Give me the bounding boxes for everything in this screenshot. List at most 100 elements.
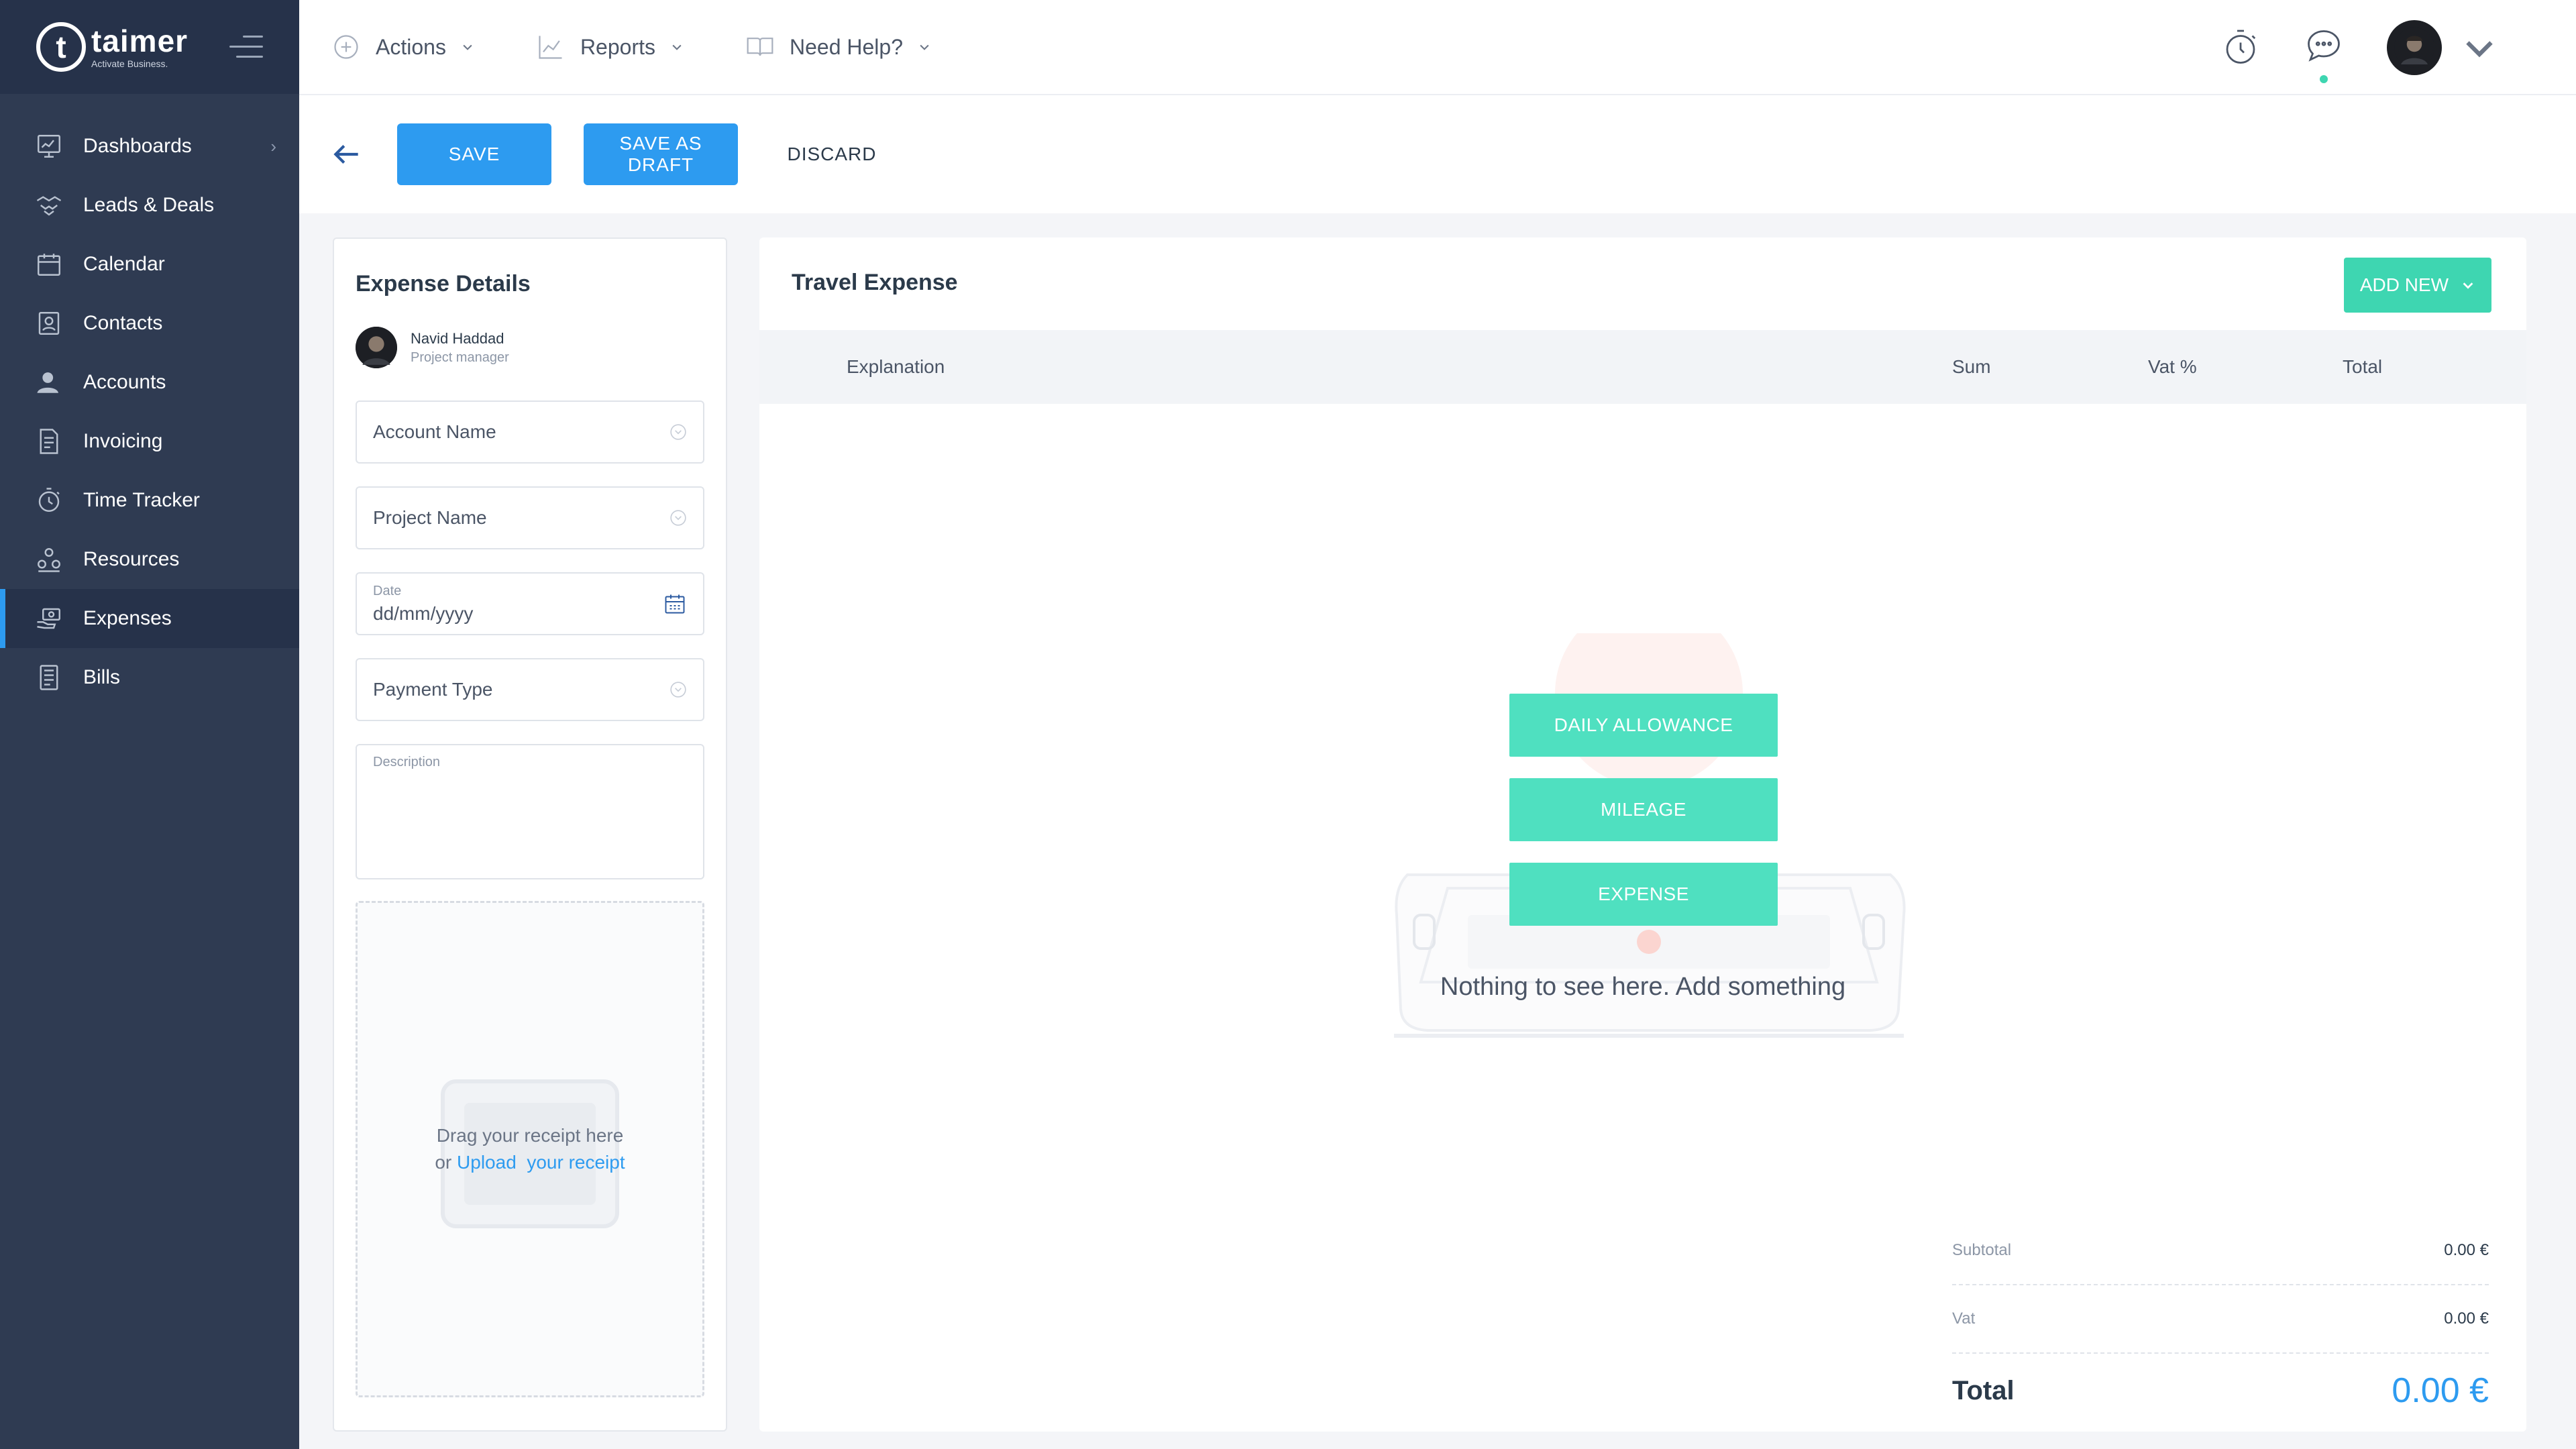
avatar: [356, 327, 397, 368]
empty-state-text: Nothing to see here. Add something: [1440, 973, 1846, 1001]
sidebar-item-calendar[interactable]: Calendar: [0, 235, 299, 294]
back-arrow-icon[interactable]: [330, 138, 364, 171]
sidebar-item-expenses[interactable]: Expenses: [0, 589, 299, 648]
user-icon: [35, 368, 63, 396]
sidebar-item-label: Contacts: [83, 312, 163, 334]
bill-icon: [35, 663, 63, 692]
action-bar: SAVE SAVE AS DRAFT DISCARD: [299, 95, 2576, 213]
person-name: Navid Haddad: [411, 329, 504, 347]
menu-toggle-icon[interactable]: [229, 36, 263, 58]
handshake-icon: [35, 191, 63, 219]
account-name-select[interactable]: Account Name: [356, 400, 704, 464]
subtotal-label: Subtotal: [1952, 1241, 2012, 1259]
avatar: [2387, 20, 2442, 75]
receipt-dropzone[interactable]: Drag your receipt here or Upload your re…: [356, 901, 704, 1397]
expense-button[interactable]: EXPENSE: [1509, 863, 1778, 926]
account-name-placeholder: Account Name: [373, 421, 496, 442]
user-menu[interactable]: [2387, 20, 2500, 75]
chevron-down-icon: [920, 44, 929, 50]
actions-menu[interactable]: Actions: [331, 32, 489, 62]
chevron-down-icon: [2463, 282, 2473, 289]
stopwatch-icon[interactable]: [2220, 28, 2261, 68]
chevron-down-icon: [2466, 41, 2493, 58]
daily-allowance-button[interactable]: DAILY ALLOWANCE: [1509, 694, 1778, 757]
sidebar-item-bills[interactable]: Bills: [0, 648, 299, 707]
project-name-select[interactable]: Project Name: [356, 486, 704, 549]
save-button[interactable]: SAVE: [397, 123, 551, 185]
vat-value: 0.00 €: [2444, 1309, 2489, 1328]
invoice-icon: [35, 427, 63, 455]
sidebar-item-label: Calendar: [83, 253, 165, 275]
sidebar-item-label: Time Tracker: [83, 489, 200, 511]
sidebar-item-dashboards[interactable]: Dashboards ›: [0, 117, 299, 176]
add-new-button[interactable]: ADD NEW: [2344, 258, 2491, 313]
expense-details-title: Expense Details: [356, 271, 531, 297]
travel-expense-card: Travel Expense ADD NEW Explanation Sum V…: [759, 237, 2526, 1432]
sidebar-nav: Dashboards › Leads & Deals Calendar Cont…: [0, 117, 299, 707]
chevron-down-icon: [463, 44, 472, 50]
logo-mark-icon: t: [36, 22, 86, 72]
sidebar-item-accounts[interactable]: Accounts: [0, 353, 299, 412]
subtotal-value: 0.00 €: [2444, 1241, 2489, 1259]
sidebar: t taimer Activate Business. Dashboards ›…: [0, 0, 299, 1449]
calendar-icon[interactable]: [663, 592, 687, 616]
sidebar-item-label: Accounts: [83, 371, 166, 393]
dashboard-icon: [35, 132, 63, 160]
chevron-down-icon: [670, 424, 686, 440]
sidebar-item-invoicing[interactable]: Invoicing: [0, 412, 299, 471]
sidebar-item-label: Expenses: [83, 607, 172, 629]
receipt-link[interactable]: your receipt: [527, 1152, 625, 1173]
total-row: Total 0.00 €: [1952, 1354, 2489, 1428]
notification-dot: [2320, 74, 2328, 83]
vat-row: Vat 0.00 €: [1952, 1285, 2489, 1354]
total-value: 0.00 €: [2392, 1371, 2489, 1410]
contact-card-icon: [35, 309, 63, 337]
date-placeholder: dd/mm/yyyy: [373, 602, 474, 624]
expense-hand-icon: [35, 604, 63, 633]
expense-owner: Navid Haddad Project manager: [356, 327, 704, 368]
chevron-down-icon: [672, 44, 682, 50]
chevron-down-icon: [670, 510, 686, 526]
project-name-placeholder: Project Name: [373, 507, 487, 528]
description-label: Description: [373, 755, 441, 769]
description-textarea[interactable]: Description: [356, 744, 704, 879]
column-header-total: Total: [2343, 356, 2383, 377]
sidebar-item-label: Leads & Deals: [83, 194, 215, 216]
reports-menu[interactable]: Reports: [536, 32, 698, 62]
add-new-label: ADD NEW: [2359, 274, 2449, 295]
sidebar-item-resources[interactable]: Resources: [0, 530, 299, 589]
topbar: Actions Reports Need Help?: [299, 0, 2576, 95]
book-icon: [747, 38, 773, 56]
chat-button[interactable]: [2304, 26, 2344, 83]
expense-details-card: Expense Details Navid Haddad Project man…: [333, 237, 727, 1432]
logo-name: taimer: [91, 23, 189, 58]
sidebar-item-contacts[interactable]: Contacts: [0, 294, 299, 353]
calendar-icon: [35, 250, 63, 278]
actions-label: Actions: [376, 34, 446, 59]
dropzone-text: Drag your receipt here: [436, 1125, 624, 1146]
column-header-explanation: Explanation: [847, 356, 945, 377]
sidebar-item-time-tracker[interactable]: Time Tracker: [0, 471, 299, 530]
stopwatch-icon: [35, 486, 63, 515]
date-field[interactable]: Date dd/mm/yyyy: [356, 572, 704, 635]
help-label: Need Help?: [789, 34, 903, 59]
resources-icon: [35, 545, 63, 574]
upload-link[interactable]: Upload: [457, 1152, 517, 1173]
payment-type-select[interactable]: Payment Type: [356, 658, 704, 721]
chart-line-icon: [539, 36, 562, 59]
sidebar-header: t taimer Activate Business.: [0, 0, 299, 94]
discard-button[interactable]: DISCARD: [785, 123, 879, 185]
dropzone-or: or: [435, 1152, 458, 1173]
person-role: Project manager: [411, 350, 509, 365]
date-label: Date: [373, 583, 402, 598]
table-header: Explanation Sum Vat % Total: [759, 330, 2526, 404]
mileage-button[interactable]: MILEAGE: [1509, 778, 1778, 841]
sidebar-item-leads-deals[interactable]: Leads & Deals: [0, 176, 299, 235]
help-menu[interactable]: Need Help?: [745, 32, 946, 62]
total-label: Total: [1952, 1375, 2015, 1405]
save-as-draft-button[interactable]: SAVE AS DRAFT: [584, 123, 738, 185]
travel-expense-title: Travel Expense: [792, 270, 958, 295]
sidebar-item-label: Bills: [83, 666, 121, 688]
sidebar-item-label: Resources: [83, 548, 180, 570]
logo[interactable]: t taimer Activate Business.: [36, 22, 188, 72]
